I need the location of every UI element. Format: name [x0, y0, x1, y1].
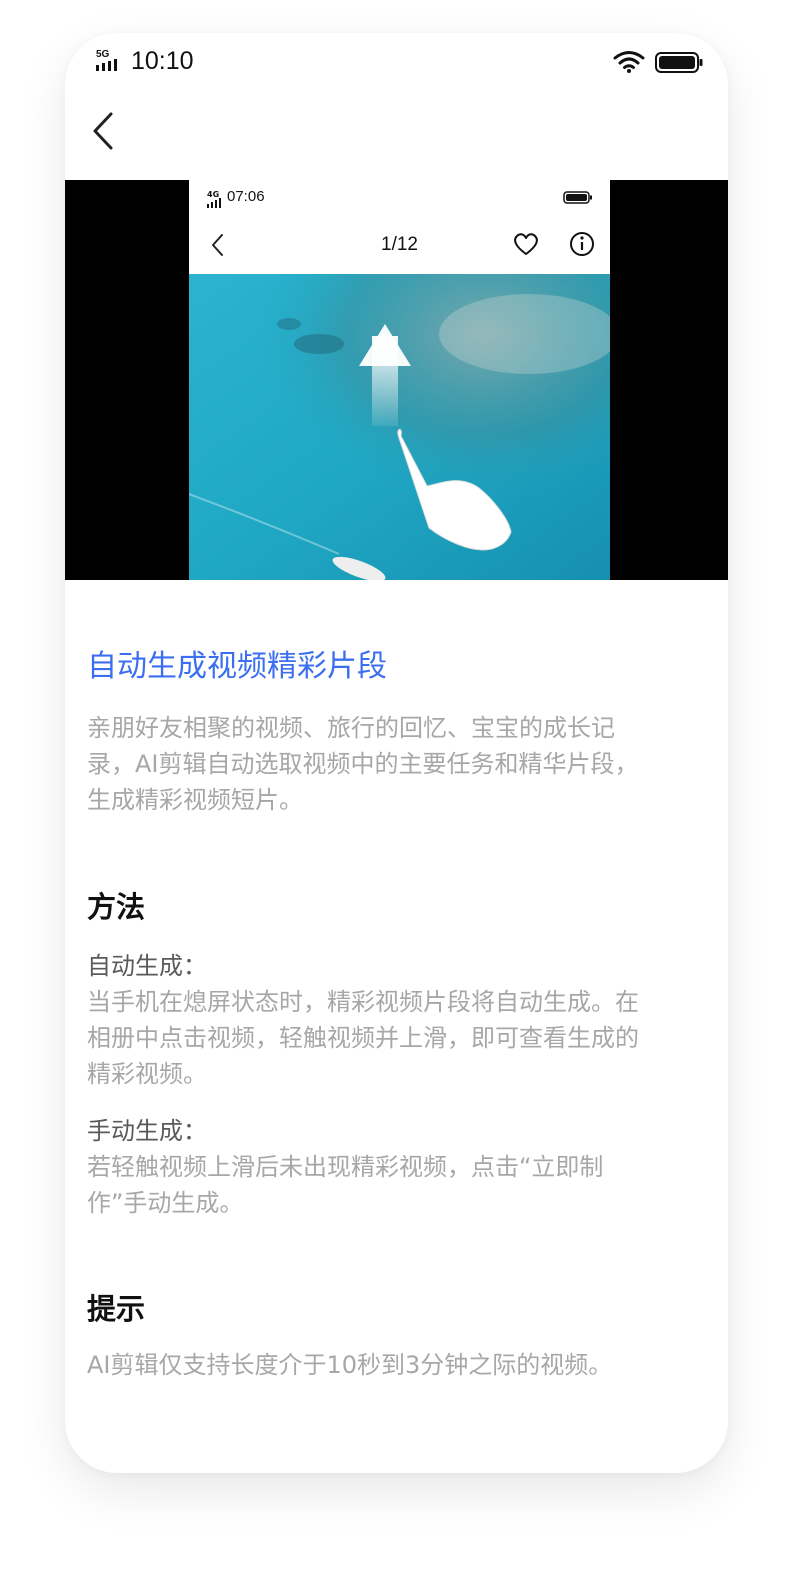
auto-paragraph: 当手机在熄屏状态时，精彩视频片段将自动生成。在 相册中点击视频，轻触视频并上滑，… — [87, 984, 712, 1092]
sea-photo — [189, 274, 610, 580]
manual-label: 手动生成： — [87, 1117, 207, 1145]
status-bar: 5G 10:10 — [65, 33, 728, 93]
demo-status-bar: 4G 07:06 — [189, 180, 610, 220]
demo-media: 4G 07:06 1/12 — [65, 180, 728, 580]
battery-icon — [655, 52, 703, 73]
demo-signal-icon — [207, 198, 221, 208]
info-button[interactable] — [568, 230, 596, 262]
intro-paragraph: 亲朋好友相聚的视频、旅行的回忆、宝宝的成长记 录，AI剪辑自动选取视频中的主要任… — [87, 710, 712, 818]
chevron-left-icon — [93, 112, 113, 150]
method-heading: 方法 — [87, 890, 146, 924]
signal-icon: 5G — [96, 49, 126, 73]
tip-heading: 提示 — [87, 1292, 146, 1326]
auto-line: 精彩视频。 — [87, 1060, 207, 1088]
back-button[interactable] — [87, 109, 127, 153]
status-time: 10:10 — [131, 47, 194, 75]
wifi-icon — [613, 51, 645, 73]
info-icon — [570, 232, 594, 256]
demo-status-time: 07:06 — [227, 188, 265, 205]
heart-icon — [514, 233, 538, 255]
auto-line: 当手机在熄屏状态时，精彩视频片段将自动生成。在 — [87, 988, 639, 1016]
auto-line: 相册中点击视频，轻触视频并上滑，即可查看生成的 — [87, 1024, 639, 1052]
intro-line: 生成精彩视频短片。 — [87, 786, 303, 814]
auto-label: 自动生成： — [87, 952, 207, 980]
demo-nav-bar: 1/12 — [189, 224, 610, 272]
favorite-button[interactable] — [512, 231, 540, 261]
intro-line: 录，AI剪辑自动选取视频中的主要任务和精华片段， — [87, 750, 639, 778]
demo-phone-screen: 4G 07:06 1/12 — [189, 180, 610, 580]
manual-line: 若轻触视频上滑后未出现精彩视频，点击“立即制 — [87, 1153, 604, 1181]
demo-battery-icon — [563, 191, 592, 204]
manual-line: 作”手动生成。 — [87, 1189, 244, 1217]
phone-frame: 5G 10:10 4G 07:06 1/12 自动生成视频精彩片段 亲朋好友相聚… — [65, 33, 728, 1473]
intro-line: 亲朋好友相聚的视频、旅行的回忆、宝宝的成长记 — [87, 714, 615, 742]
photo-counter: 1/12 — [381, 234, 418, 255]
tip-paragraph: AI剪辑仅支持长度介于10秒到3分钟之际的视频。 — [87, 1351, 613, 1379]
feature-title: 自动生成视频精彩片段 — [87, 649, 387, 684]
manual-paragraph: 若轻触视频上滑后未出现精彩视频，点击“立即制 作”手动生成。 — [87, 1149, 712, 1221]
